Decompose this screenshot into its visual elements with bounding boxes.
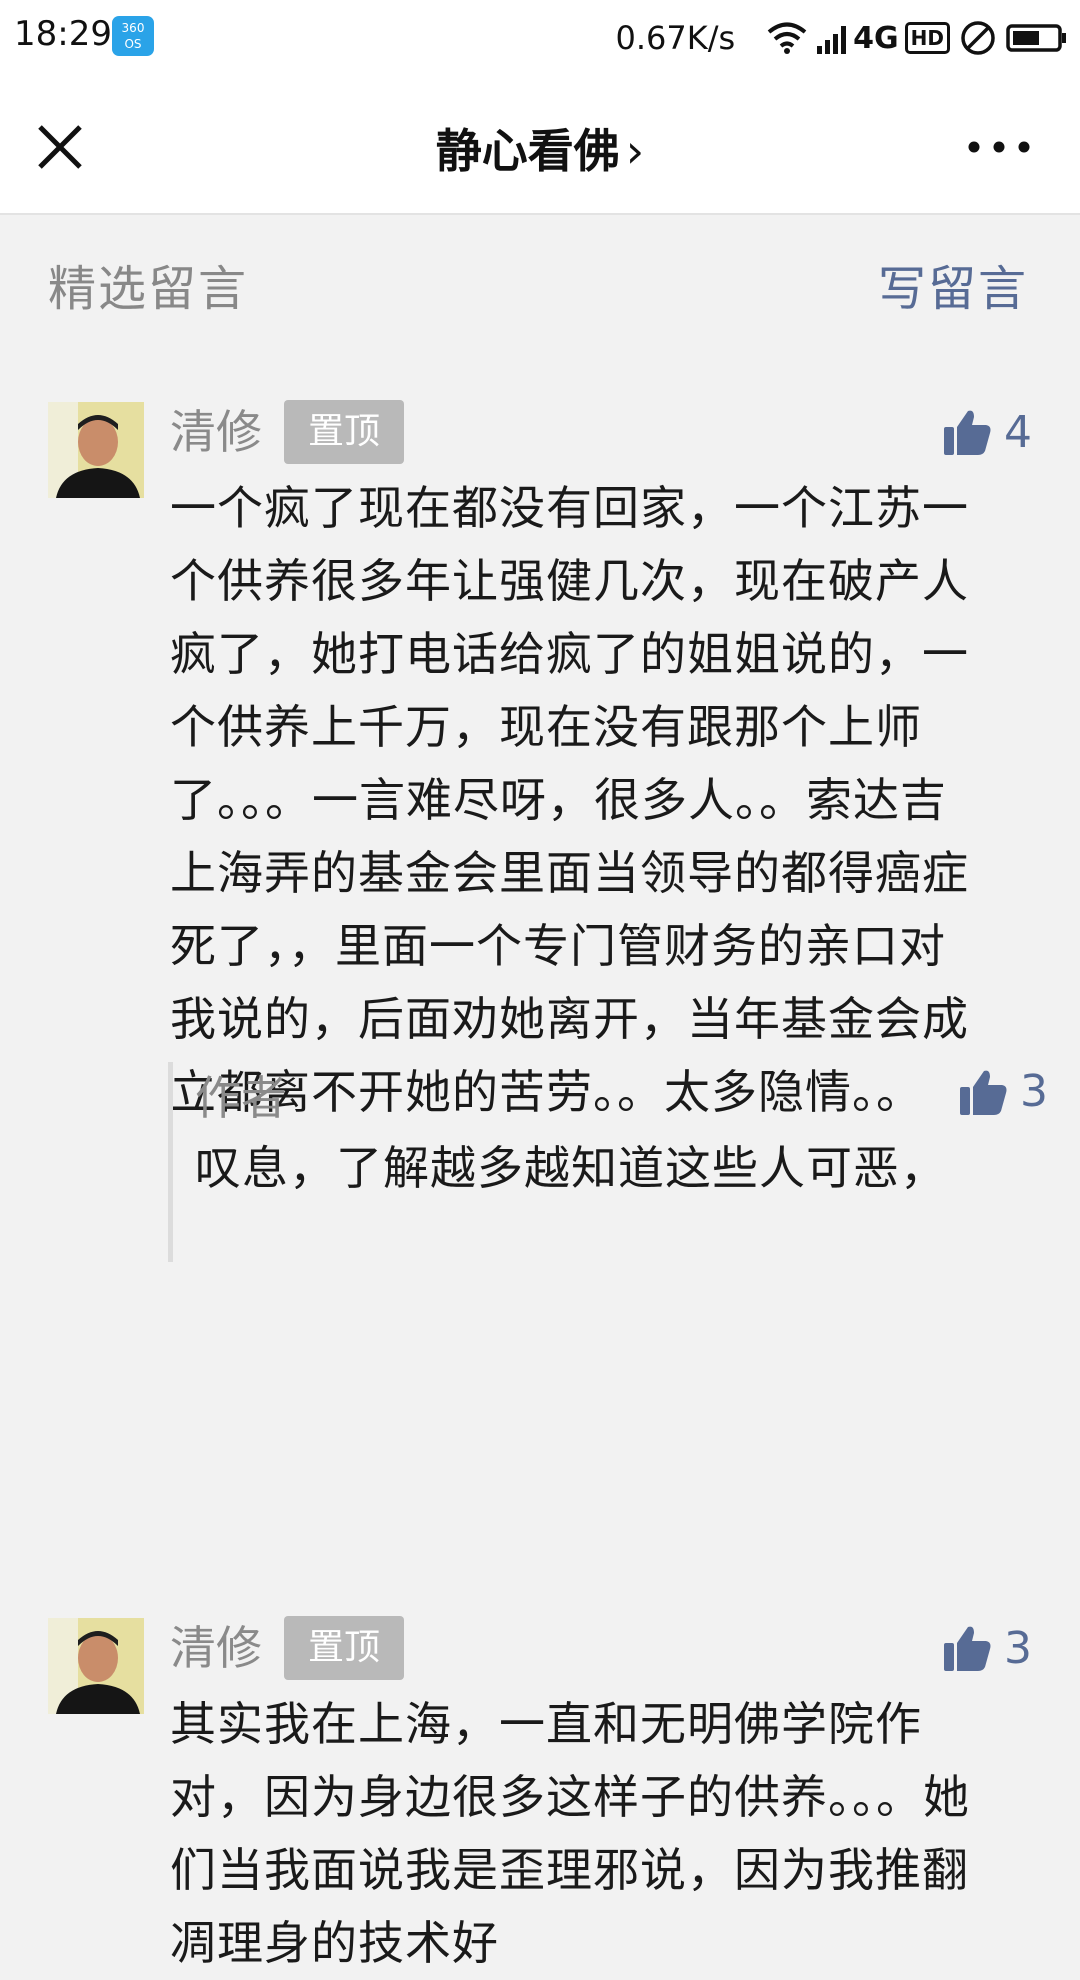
signal-icon xyxy=(817,26,847,54)
net-speed: 0.67K/s xyxy=(615,19,736,57)
pinned-badge: 置顶 xyxy=(284,400,404,464)
os-badge-top: 360 xyxy=(121,21,145,35)
like-button[interactable]: 3 xyxy=(942,1618,1032,1678)
wifi-icon xyxy=(767,22,807,54)
write-comment-button[interactable]: 写留言 xyxy=(878,249,1028,319)
avatar-image xyxy=(48,1618,144,1714)
comments-header: 精选留言 写留言 xyxy=(0,215,1080,335)
avatar-image xyxy=(48,402,144,498)
chevron-right-icon: › xyxy=(625,124,645,178)
like-button[interactable]: 4 xyxy=(942,402,1032,462)
thumbs-up-icon xyxy=(944,410,991,455)
hd-icon: HD xyxy=(904,22,950,54)
status-right: 0.67K/s 4G HD xyxy=(615,14,1068,62)
reply-like-count: 3 xyxy=(1020,1066,1048,1117)
more-icon[interactable] xyxy=(964,137,1034,157)
pinned-badge: 置顶 xyxy=(284,1616,404,1680)
author-reply: 作者 3 叹息，了解越多越知道这些人可恶， xyxy=(168,1062,1048,1262)
do-not-disturb-icon xyxy=(961,21,995,55)
reply-like-button[interactable]: 3 xyxy=(958,1066,1048,1117)
account-name: 静心看佛 xyxy=(435,124,620,178)
comment-text: 一个疯了现在都没有回家，一个江苏一个供养很多年让强健几次，现在破产人疯了，她打电… xyxy=(170,481,969,1119)
comment-text: 其实我在上海，一直和无明佛学院作对，因为身边很多这样子的供养。。。她们当我面说我… xyxy=(170,1697,970,1970)
os-badge-icon: 360 OS xyxy=(112,16,154,56)
os-badge-bottom: OS xyxy=(124,37,142,51)
network-type: 4G xyxy=(853,20,899,56)
reply-author: 作者 xyxy=(195,1071,287,1125)
like-count: 4 xyxy=(1004,406,1032,458)
comment-item: 清修 置顶 3 其实我在上海，一直和无明佛学院作对，因为身边很多这样子的供养。。… xyxy=(0,1616,1080,1970)
thumbs-up-icon xyxy=(960,1070,1007,1115)
status-time: 18:29 xyxy=(14,14,112,54)
commenter-name: 清修 xyxy=(170,1621,262,1675)
section-title: 精选留言 xyxy=(48,261,249,317)
comment-item: 清修 置顶 4 一个疯了现在都没有回家，一个江苏一个供养很多年让强健几次，现在破… xyxy=(0,400,1080,1502)
avatar[interactable] xyxy=(48,1618,144,1714)
avatar[interactable] xyxy=(48,402,144,498)
nav-bar: 静心看佛 › xyxy=(0,75,1080,215)
status-bar: 18:29 360 OS 0.67K/s 4G HD xyxy=(0,0,1080,75)
like-count: 3 xyxy=(1004,1622,1032,1674)
account-title[interactable]: 静心看佛 › xyxy=(0,115,1080,181)
commenter-name: 清修 xyxy=(170,405,262,459)
thumbs-up-icon xyxy=(944,1626,991,1671)
reply-text: 叹息，了解越多越知道这些人可恶， xyxy=(195,1141,947,1195)
battery-icon xyxy=(1006,24,1066,52)
